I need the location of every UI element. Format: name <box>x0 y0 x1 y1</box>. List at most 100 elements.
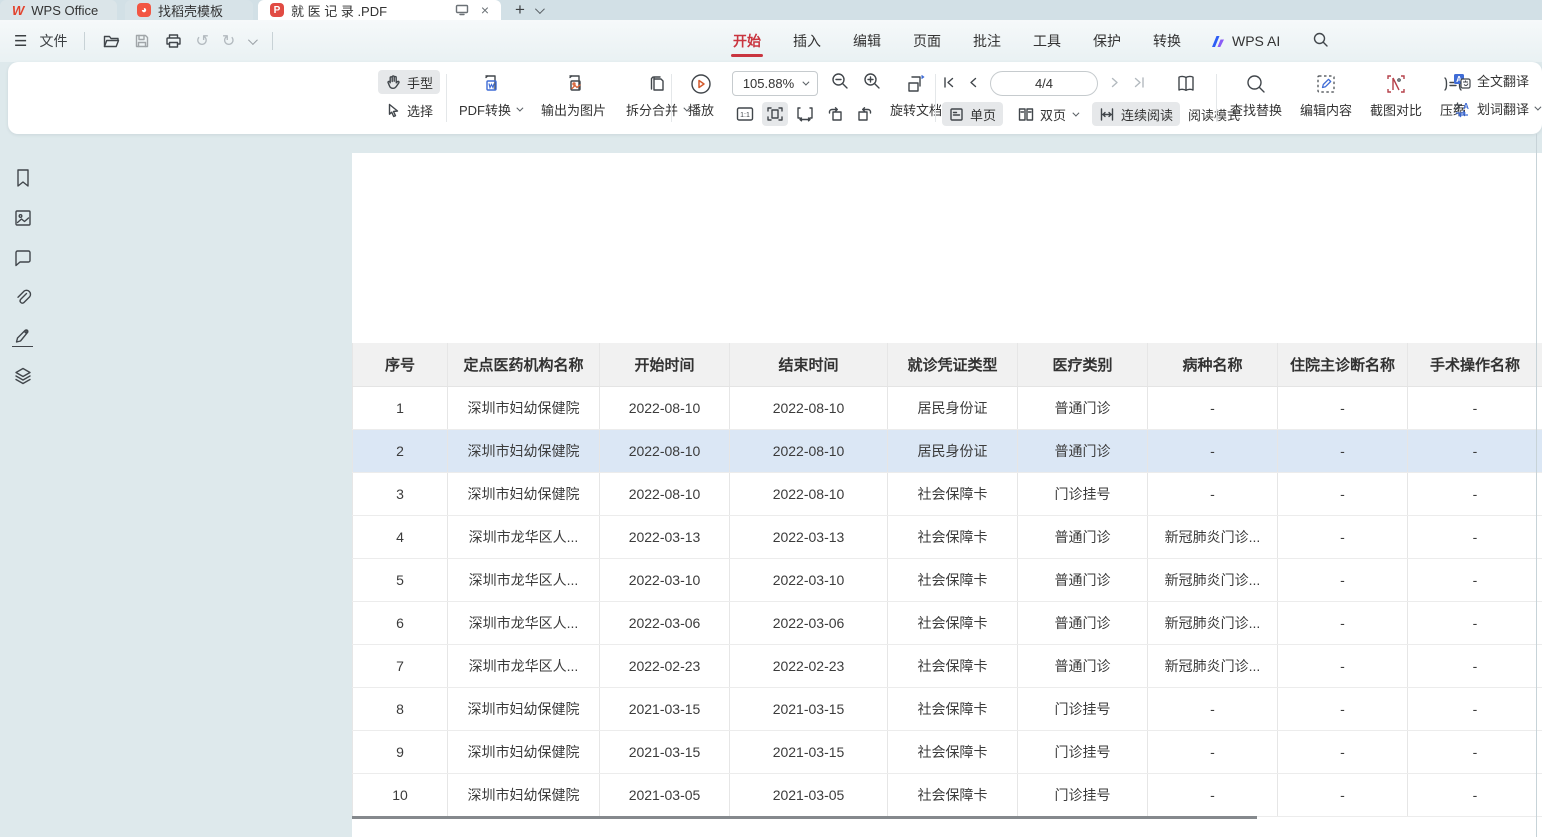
rotate-right-button[interactable] <box>852 102 878 126</box>
open-file-icon[interactable] <box>102 32 120 50</box>
first-page-button[interactable] <box>942 76 956 92</box>
zoom-level-select[interactable]: 105.88% <box>732 71 818 96</box>
hand-icon <box>385 74 401 90</box>
edit-content-button[interactable]: 编辑内容 <box>1292 68 1360 123</box>
next-page-button[interactable] <box>1110 76 1120 92</box>
word-translate-label: 划词翻译 <box>1477 99 1529 118</box>
table-cell: 2 <box>352 430 448 472</box>
tab-bar: W WPS Office ◕ 找稻壳模板 P 就 医 记 录 .PDF × + <box>0 0 1542 20</box>
split-merge-icon <box>645 72 669 96</box>
undo-icon[interactable]: ↺ <box>195 31 208 51</box>
double-page-button[interactable]: 双页 <box>1011 102 1084 126</box>
export-image-icon <box>562 72 586 96</box>
table-cell: 深圳市妇幼保健院 <box>448 430 600 472</box>
new-tab-button[interactable]: + <box>501 0 529 20</box>
table-cell: 4 <box>352 516 448 558</box>
wps-ai-button[interactable]: WPS AI <box>1211 33 1280 49</box>
rotate-left-button[interactable] <box>822 102 848 126</box>
table-row[interactable]: 7深圳市龙华区人...2022-02-232022-02-23社会保障卡普通门诊… <box>352 645 1542 688</box>
zoom-in-button[interactable] <box>862 71 882 96</box>
table-cell: - <box>1278 602 1408 644</box>
horizontal-scrollbar[interactable] <box>352 816 1257 819</box>
header-cell: 手术操作名称 <box>1408 343 1542 386</box>
svg-text:A: A <box>1463 102 1469 111</box>
read-mode-icon[interactable] <box>1174 73 1198 95</box>
comment-icon[interactable] <box>12 247 34 269</box>
table-row[interactable]: 9深圳市妇幼保健院2021-03-152021-03-15社会保障卡门诊挂号--… <box>352 731 1542 774</box>
close-tab-icon[interactable]: × <box>481 2 489 18</box>
play-button[interactable]: 播放 <box>680 68 722 123</box>
tab-document[interactable]: P 就 医 记 录 .PDF × <box>258 0 501 20</box>
tab-docer-templates[interactable]: ◕ 找稻壳模板 <box>125 0 253 20</box>
menu-tab-开始[interactable]: 开始 <box>731 21 763 61</box>
menu-tab-编辑[interactable]: 编辑 <box>851 21 883 61</box>
menu-tab-页面[interactable]: 页面 <box>911 21 943 61</box>
zoom-level-value: 105.88% <box>743 76 794 91</box>
bookmark-icon[interactable] <box>12 167 34 189</box>
actual-size-button[interactable]: 1:1 <box>732 102 758 126</box>
save-icon[interactable] <box>133 32 151 50</box>
find-replace-button[interactable]: 查找替换 <box>1222 68 1290 123</box>
prev-page-button[interactable] <box>968 76 978 92</box>
table-row[interactable]: 2深圳市妇幼保健院2022-08-102022-08-10居民身份证普通门诊--… <box>352 430 1542 473</box>
screenshot-compare-button[interactable]: 截图对比 <box>1362 68 1430 123</box>
menu-tab-保护[interactable]: 保护 <box>1091 21 1123 61</box>
medical-records-table: 序号定点医药机构名称开始时间结束时间就诊凭证类型医疗类别病种名称住院主诊断名称手… <box>352 343 1542 817</box>
last-page-button[interactable] <box>1132 76 1146 92</box>
table-cell: - <box>1408 387 1542 429</box>
detach-window-icon[interactable] <box>453 1 471 19</box>
pdf-convert-button[interactable]: PDF转换 <box>451 68 529 123</box>
zoom-out-button[interactable] <box>830 71 850 96</box>
single-page-button[interactable]: 单页 <box>942 102 1003 126</box>
table-cell: 深圳市龙华区人... <box>448 559 600 601</box>
menu-tab-批注[interactable]: 批注 <box>971 21 1003 61</box>
svg-text:1:1: 1:1 <box>740 112 750 119</box>
file-menu[interactable]: 文件 <box>39 31 67 51</box>
full-text-translate-button[interactable]: A 全文翻译 <box>1452 71 1539 90</box>
hand-tool-button[interactable]: 手型 <box>378 70 440 94</box>
tab-wps-office[interactable]: W WPS Office <box>0 0 117 20</box>
edit-content-icon <box>1314 72 1338 96</box>
page-indicator-input[interactable]: 4/4 <box>990 71 1098 96</box>
table-row[interactable]: 4深圳市龙华区人...2022-03-132022-03-13社会保障卡普通门诊… <box>352 516 1542 559</box>
table-cell: 2021-03-05 <box>600 774 730 816</box>
table-row[interactable]: 3深圳市妇幼保健院2022-08-102022-08-10社会保障卡门诊挂号--… <box>352 473 1542 516</box>
table-row[interactable]: 1深圳市妇幼保健院2022-08-102022-08-10居民身份证普通门诊--… <box>352 387 1542 430</box>
single-page-label: 单页 <box>970 105 996 124</box>
table-cell: 2021-03-05 <box>730 774 888 816</box>
table-row[interactable]: 10深圳市妇幼保健院2021-03-052021-03-05社会保障卡门诊挂号-… <box>352 774 1542 817</box>
menubar-search-icon[interactable] <box>1312 31 1329 51</box>
thumbnail-icon[interactable] <box>12 207 34 229</box>
wps-logo-icon: W <box>12 3 24 18</box>
tab-list-chevron-icon[interactable] <box>529 0 548 20</box>
redo-icon[interactable]: ↻ <box>222 31 235 51</box>
table-cell: 8 <box>352 688 448 730</box>
signature-pen-icon[interactable] <box>12 325 34 347</box>
menu-tab-转换[interactable]: 转换 <box>1151 21 1183 61</box>
table-row[interactable]: 6深圳市龙华区人...2022-03-062022-03-06社会保障卡普通门诊… <box>352 602 1542 645</box>
table-cell: - <box>1148 387 1278 429</box>
rotate-document-button[interactable]: 旋转文档 <box>882 68 950 123</box>
menu-tab-插入[interactable]: 插入 <box>791 21 823 61</box>
table-cell: 门诊挂号 <box>1018 774 1148 816</box>
table-row[interactable]: 5深圳市龙华区人...2022-03-102022-03-10社会保障卡普通门诊… <box>352 559 1542 602</box>
table-cell: - <box>1148 774 1278 816</box>
export-image-button[interactable]: 输出为图片 <box>533 68 614 123</box>
table-row[interactable]: 8深圳市妇幼保健院2021-03-152021-03-15社会保障卡门诊挂号--… <box>352 688 1542 731</box>
select-tool-button[interactable]: 选择 <box>378 98 440 122</box>
continuous-read-button[interactable]: 连续阅读 <box>1092 102 1180 126</box>
table-cell: - <box>1278 387 1408 429</box>
fit-page-button[interactable] <box>762 102 788 126</box>
hamburger-menu-icon[interactable]: ☰ <box>14 32 26 50</box>
pdf-page[interactable]: 序号定点医药机构名称开始时间结束时间就诊凭证类型医疗类别病种名称住院主诊断名称手… <box>352 153 1542 837</box>
word-translate-button[interactable]: A 划词翻译 <box>1452 99 1539 118</box>
table-cell: 2021-03-15 <box>600 688 730 730</box>
attachment-icon[interactable] <box>12 287 34 309</box>
print-icon[interactable] <box>164 32 182 50</box>
layers-icon[interactable] <box>12 365 34 387</box>
quick-access-chevron-icon[interactable] <box>248 32 255 50</box>
header-cell: 结束时间 <box>730 343 888 386</box>
fit-width-button[interactable] <box>792 102 818 126</box>
menu-tab-工具[interactable]: 工具 <box>1031 21 1063 61</box>
table-cell: 2022-03-06 <box>730 602 888 644</box>
